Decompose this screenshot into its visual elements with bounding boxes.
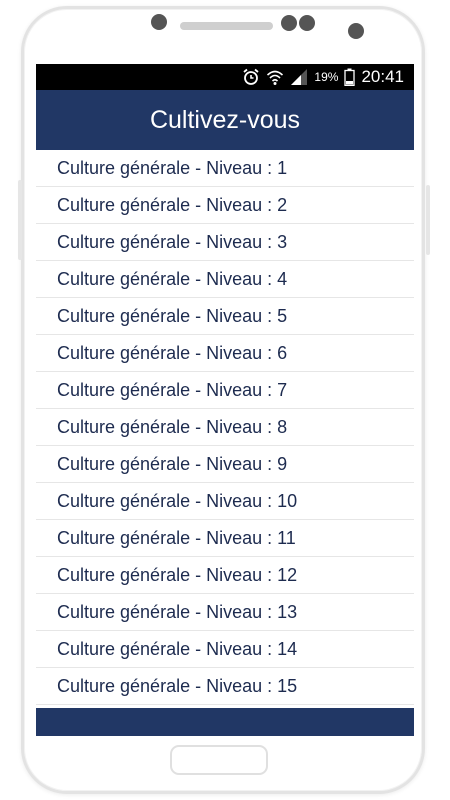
list-item-level-14[interactable]: Culture générale - Niveau : 14 bbox=[36, 631, 414, 668]
list-item-level-1[interactable]: Culture générale - Niveau : 1 bbox=[36, 150, 414, 187]
earpiece-speaker bbox=[180, 22, 273, 30]
list-item-label: Culture générale - Niveau : 4 bbox=[57, 268, 288, 289]
list-item-label: Culture générale - Niveau : 7 bbox=[57, 379, 288, 400]
page-title: Cultivez-vous bbox=[149, 105, 301, 134]
bottom-bar bbox=[36, 708, 414, 736]
list-item-level-10[interactable]: Culture générale - Niveau : 10 bbox=[36, 483, 414, 520]
status-bar: 19% 20:41 bbox=[36, 64, 414, 90]
wifi-icon bbox=[266, 68, 284, 86]
front-sensor bbox=[151, 14, 167, 30]
power-button bbox=[426, 185, 430, 255]
list-item-level-4[interactable]: Culture générale - Niveau : 4 bbox=[36, 261, 414, 298]
list-item-label: Culture générale - Niveau : 13 bbox=[57, 601, 298, 622]
list-item-label: Culture générale - Niveau : 8 bbox=[57, 416, 288, 437]
list-item-label: Culture générale - Niveau : 3 bbox=[57, 231, 288, 252]
battery-icon bbox=[344, 68, 356, 86]
list-item-level-6[interactable]: Culture générale - Niveau : 6 bbox=[36, 335, 414, 372]
list-item-label: Culture générale - Niveau : 10 bbox=[57, 490, 298, 511]
signal-icon bbox=[290, 68, 308, 86]
level-list: Culture générale - Niveau : 1 Culture gé… bbox=[36, 150, 414, 705]
screen: 19% 20:41 Cultivez-vous Culture générale… bbox=[36, 64, 414, 736]
list-item-level-2[interactable]: Culture générale - Niveau : 2 bbox=[36, 187, 414, 224]
list-item-level-11[interactable]: Culture générale - Niveau : 11 bbox=[36, 520, 414, 557]
volume-button bbox=[18, 180, 22, 260]
front-camera bbox=[281, 15, 297, 31]
list-item-level-15[interactable]: Culture générale - Niveau : 15 bbox=[36, 668, 414, 705]
list-item-label: Culture générale - Niveau : 11 bbox=[57, 527, 296, 548]
list-item-label: Culture générale - Niveau : 12 bbox=[57, 564, 298, 585]
list-item-level-7[interactable]: Culture générale - Niveau : 7 bbox=[36, 372, 414, 409]
app-bar: Cultivez-vous bbox=[36, 90, 414, 150]
front-camera-secondary bbox=[299, 15, 315, 31]
home-button[interactable] bbox=[170, 745, 268, 775]
list-item-level-3[interactable]: Culture générale - Niveau : 3 bbox=[36, 224, 414, 261]
status-time: 20:41 bbox=[361, 67, 404, 86]
list-item-label: Culture générale - Niveau : 14 bbox=[57, 638, 298, 659]
list-item-label: Culture générale - Niveau : 15 bbox=[57, 675, 298, 696]
list-item-level-12[interactable]: Culture générale - Niveau : 12 bbox=[36, 557, 414, 594]
list-item-level-9[interactable]: Culture générale - Niveau : 9 bbox=[36, 446, 414, 483]
list-item-level-5[interactable]: Culture générale - Niveau : 5 bbox=[36, 298, 414, 335]
list-item-label: Culture générale - Niveau : 5 bbox=[57, 305, 288, 326]
battery-percent: 19% bbox=[314, 70, 339, 84]
proximity-sensor bbox=[348, 23, 364, 39]
list-item-label: Culture générale - Niveau : 1 bbox=[57, 157, 288, 178]
list-item-label: Culture générale - Niveau : 6 bbox=[57, 342, 288, 363]
list-item-level-8[interactable]: Culture générale - Niveau : 8 bbox=[36, 409, 414, 446]
list-item-level-13[interactable]: Culture générale - Niveau : 13 bbox=[36, 594, 414, 631]
list-item-label: Culture générale - Niveau : 9 bbox=[57, 453, 288, 474]
list-item-label: Culture générale - Niveau : 2 bbox=[57, 194, 288, 215]
alarm-icon bbox=[242, 68, 260, 86]
